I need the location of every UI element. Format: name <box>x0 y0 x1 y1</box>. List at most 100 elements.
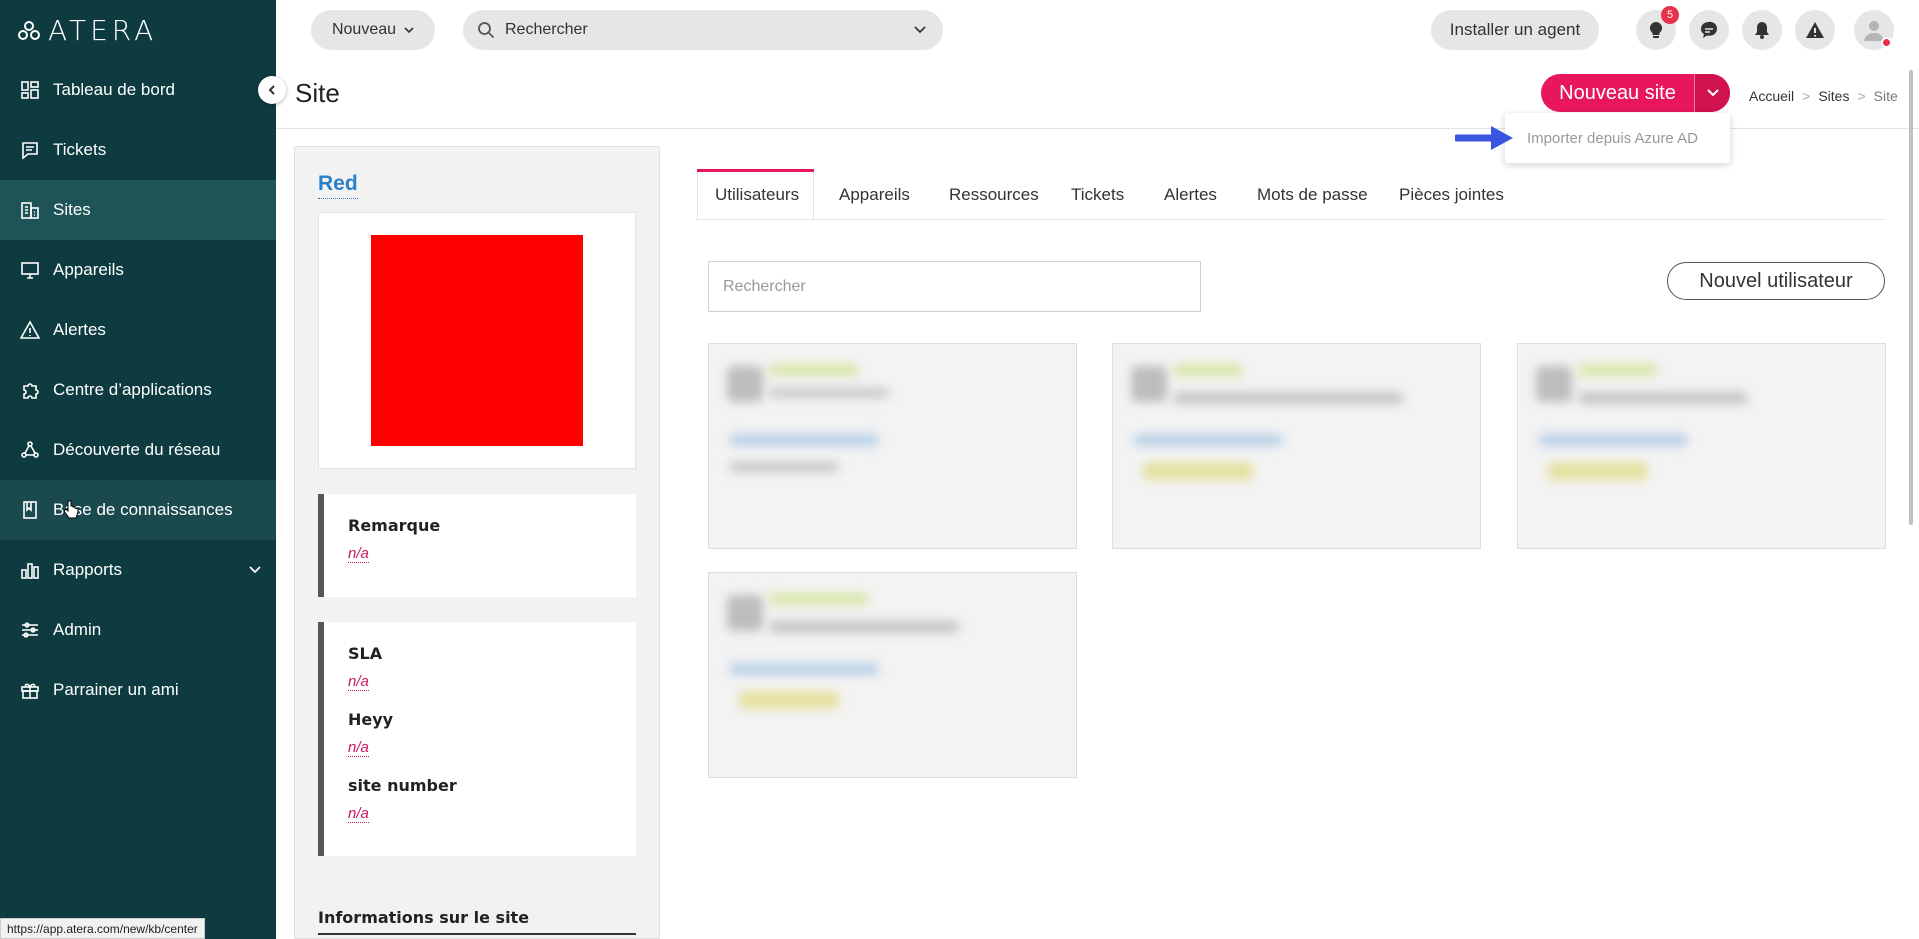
atera-logo[interactable]: ATERA <box>18 14 157 47</box>
chevron-down-icon <box>404 27 414 34</box>
field-value[interactable]: n/a <box>348 739 369 757</box>
blurred-text <box>729 462 839 472</box>
status-dot <box>1881 37 1892 48</box>
sidebar-item-reports[interactable]: Rapports <box>0 540 276 600</box>
blurred-text <box>729 434 879 446</box>
notifications-button[interactable] <box>1742 10 1782 50</box>
blurred-avatar <box>1131 366 1167 402</box>
blurred-text <box>1173 364 1243 376</box>
page-title: Site <box>295 78 340 108</box>
hand-cursor-icon <box>63 500 79 519</box>
new-user-button[interactable]: Nouvel utilisateur <box>1667 262 1885 300</box>
blurred-text <box>729 663 879 675</box>
user-card[interactable] <box>1517 343 1886 549</box>
tab-devices[interactable]: Appareils <box>839 185 910 205</box>
sidebar-item-label: Tableau de bord <box>53 80 175 99</box>
blurred-text <box>1578 392 1748 404</box>
breadcrumb-separator: > <box>1857 88 1866 104</box>
blurred-tag <box>1548 462 1648 480</box>
warning-icon <box>20 320 40 340</box>
top-bar: Nouveau Rechercher Installer un agent 5 <box>276 0 1919 60</box>
new-button-label: Nouveau <box>331 21 397 38</box>
sidebar-item-label: Base de connaissances <box>53 500 233 519</box>
user-card[interactable] <box>708 572 1077 778</box>
status-bar-url: https://app.atera.com/new/kb/center <box>0 918 205 939</box>
sidebar-item-dashboard[interactable]: Tableau de bord <box>0 60 276 120</box>
blurred-tag <box>739 691 839 709</box>
remark-value[interactable]: n/a <box>348 545 369 563</box>
sidebar-item-label: Sites <box>53 200 91 219</box>
remark-card: Remarque n/a <box>318 494 636 597</box>
sidebar-item-alerts[interactable]: Alertes <box>0 300 276 360</box>
blurred-text <box>1133 434 1283 446</box>
site-info-section-title: Informations sur le site <box>318 908 636 935</box>
tab-users[interactable]: Utilisateurs <box>715 185 799 205</box>
sidebar-item-sites[interactable]: Sites <box>0 180 276 240</box>
field-value[interactable]: n/a <box>348 805 369 823</box>
install-agent-button[interactable]: Installer un agent <box>1431 10 1599 50</box>
chevron-down-icon[interactable] <box>913 23 927 37</box>
sidebar-item-label: Appareils <box>53 260 124 279</box>
sidebar-item-app-center[interactable]: Centre d’applications <box>0 360 276 420</box>
import-azure-ad-menu-item[interactable]: Importer depuis Azure AD <box>1505 113 1730 163</box>
user-card[interactable] <box>708 343 1077 549</box>
chart-icon <box>20 560 40 580</box>
new-button[interactable]: Nouveau <box>311 10 435 50</box>
brand-name: ATERA <box>48 14 158 47</box>
search-placeholder: Rechercher <box>505 21 588 38</box>
tab-alerts[interactable]: Alertes <box>1164 185 1217 205</box>
chevron-left-icon <box>268 85 275 95</box>
field-heyy: Heyy n/a <box>348 710 636 776</box>
new-site-button[interactable]: Nouveau site <box>1541 74 1730 112</box>
sidebar-item-label: Tickets <box>53 140 107 159</box>
sidebar-item-knowledge-base[interactable]: Base de connaissances <box>0 480 276 540</box>
remark-label: Remarque <box>348 516 441 535</box>
sidebar-item-network-discovery[interactable]: Découverte du réseau <box>0 420 276 480</box>
bell-icon <box>1755 22 1769 39</box>
active-tab-indicator <box>697 169 814 172</box>
tab-passwords[interactable]: Mots de passe <box>1257 185 1368 205</box>
tab-tickets[interactable]: Tickets <box>1071 185 1124 205</box>
sidebar-collapse-button[interactable] <box>258 76 286 104</box>
chat-icon <box>1701 21 1717 38</box>
new-site-dropdown-toggle[interactable] <box>1694 74 1730 112</box>
custom-fields-card: SLA n/a Heyy n/a site number n/a <box>318 622 636 856</box>
sidebar-item-label: Centre d’applications <box>53 380 212 399</box>
chat-button[interactable] <box>1689 10 1729 50</box>
user-card[interactable] <box>1112 343 1481 549</box>
tab-resources[interactable]: Ressources <box>949 185 1039 205</box>
blurred-text <box>769 388 889 398</box>
site-name[interactable]: Red <box>318 172 358 199</box>
page-scrollbar[interactable] <box>1909 70 1913 525</box>
book-icon <box>20 500 40 520</box>
gift-icon <box>20 680 40 700</box>
field-label: Heyy <box>348 710 394 729</box>
breadcrumb-sites[interactable]: Sites <box>1818 88 1849 104</box>
warning-icon <box>1806 22 1824 38</box>
breadcrumb-home[interactable]: Accueil <box>1749 88 1794 104</box>
notification-badge: 5 <box>1661 6 1679 24</box>
new-site-button-label[interactable]: Nouveau site <box>1541 74 1694 112</box>
blurred-text <box>769 593 869 605</box>
blurred-tag <box>1143 462 1253 480</box>
sidebar-item-devices[interactable]: Appareils <box>0 240 276 300</box>
sidebar-item-label: Parrainer un ami <box>53 680 179 699</box>
blurred-text <box>1578 364 1658 376</box>
global-search-input[interactable]: Rechercher <box>463 10 943 50</box>
alerts-button[interactable] <box>1795 10 1835 50</box>
blurred-avatar <box>1536 366 1572 402</box>
sidebar-item-refer-friend[interactable]: Parrainer un ami <box>0 660 276 720</box>
tips-button[interactable]: 5 <box>1636 6 1679 50</box>
field-value[interactable]: n/a <box>348 673 369 691</box>
sliders-icon <box>20 620 40 640</box>
sidebar-item-admin[interactable]: Admin <box>0 600 276 660</box>
monitor-icon <box>20 260 40 280</box>
user-search-input[interactable]: Rechercher <box>708 261 1201 312</box>
site-logo-image <box>371 235 583 446</box>
tab-attachments[interactable]: Pièces jointes <box>1399 185 1504 205</box>
field-label: site number <box>348 776 457 795</box>
chevron-down-icon <box>1706 89 1719 97</box>
sidebar-item-tickets[interactable]: Tickets <box>0 120 276 180</box>
user-avatar[interactable] <box>1854 10 1894 50</box>
puzzle-icon <box>20 380 40 400</box>
